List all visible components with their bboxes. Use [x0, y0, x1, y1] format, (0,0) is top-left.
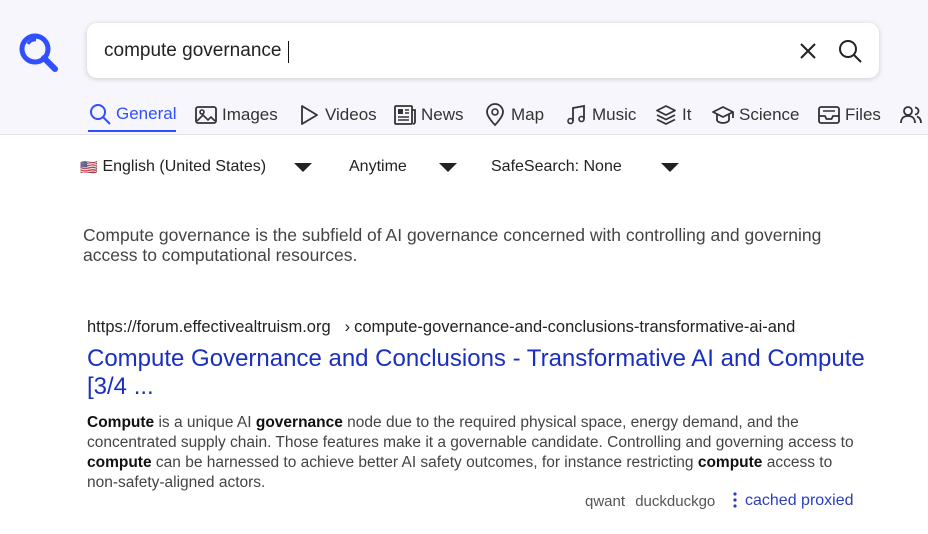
chevron-down-icon: [294, 162, 313, 172]
answer-box: Compute governance is the subfield of AI…: [83, 225, 822, 265]
search-result: https://forum.effectivealtruism.org › comp…: [87, 318, 867, 493]
more-vertical-icon: [733, 492, 737, 508]
inbox-icon: [818, 106, 840, 124]
engine-duckduckgo: duckduckgo: [635, 493, 716, 510]
tab-science[interactable]: Science: [711, 98, 799, 132]
graduation-cap-icon: [712, 106, 734, 124]
tab-images[interactable]: Images: [194, 98, 278, 132]
tab-videos[interactable]: Videos: [297, 98, 377, 132]
tab-files[interactable]: Files: [817, 98, 881, 132]
proxied-link[interactable]: proxied: [801, 492, 853, 509]
tab-label: Images: [222, 105, 278, 124]
search-filters: 🇺🇸 English (United States) Anytime SafeS…: [0, 150, 928, 184]
search-input[interactable]: [104, 37, 744, 65]
safesearch-label: SafeSearch: None: [491, 158, 622, 175]
snippet-highlight: Compute: [87, 414, 155, 431]
tab-it[interactable]: It: [654, 98, 691, 132]
tab-social-media[interactable]: [899, 98, 923, 132]
tab-label: Map: [511, 105, 545, 124]
cached-link[interactable]: cached: [745, 492, 797, 509]
language-select[interactable]: 🇺🇸 English (United States): [80, 150, 313, 184]
layers-icon: [656, 105, 676, 125]
category-tabs: General Images Videos News Map Music It …: [0, 98, 928, 134]
tab-label: Music: [592, 105, 637, 124]
search-icon[interactable]: [837, 38, 863, 64]
snippet-text: can be harnessed to achieve better AI sa…: [151, 454, 698, 471]
safesearch-select[interactable]: SafeSearch: None: [491, 150, 679, 184]
result-title-link[interactable]: Compute Governance and Conclusions - Tra…: [87, 345, 867, 401]
snippet-text: is a unique AI: [154, 414, 256, 431]
newspaper-icon: [394, 105, 416, 125]
chevron-down-icon: [660, 162, 679, 172]
tab-general[interactable]: General: [88, 98, 177, 132]
search-icon: [90, 104, 111, 125]
tab-label: Files: [845, 105, 881, 124]
snippet-highlight: governance: [255, 414, 343, 431]
close-icon[interactable]: [797, 40, 819, 62]
tab-label: It: [682, 105, 692, 124]
result-url[interactable]: https://forum.effectivealtruism.org › comp…: [87, 318, 867, 337]
snippet-highlight: compute: [697, 454, 763, 471]
tab-map[interactable]: Map: [483, 98, 544, 132]
tab-label: Videos: [325, 105, 377, 124]
play-icon: [301, 105, 318, 125]
map-pin-icon: [486, 103, 504, 127]
breadcrumb-separator: ›: [344, 318, 351, 336]
searxng-logo-icon[interactable]: [16, 30, 60, 74]
tab-label: News: [421, 105, 464, 124]
result-engines: qwant duckduckgo: [585, 493, 721, 510]
tab-news[interactable]: News: [393, 98, 464, 132]
tab-music[interactable]: Music: [564, 98, 636, 132]
image-icon: [195, 106, 217, 124]
result-url-host: https://forum.effectivealtruism.org: [87, 318, 331, 336]
tab-label: Science: [739, 105, 800, 124]
search-box: [87, 23, 879, 78]
tab-label: General: [116, 104, 177, 123]
chevron-down-icon: [438, 162, 457, 172]
us-flag-icon: 🇺🇸: [80, 158, 98, 175]
engine-qwant: qwant: [585, 493, 626, 510]
time-range-select[interactable]: Anytime: [349, 150, 457, 184]
music-note-icon: [567, 104, 585, 125]
time-range-label: Anytime: [349, 158, 407, 175]
text-caret: [288, 41, 289, 63]
result-links: cached proxied: [733, 492, 854, 510]
result-url-path: compute-governance-and-conclusions-trans…: [354, 318, 796, 336]
language-label: English (United States): [102, 158, 267, 175]
snippet-highlight: compute: [87, 454, 152, 471]
users-icon: [900, 106, 922, 124]
result-snippet: Compute is a unique AI governance node d…: [87, 413, 857, 493]
